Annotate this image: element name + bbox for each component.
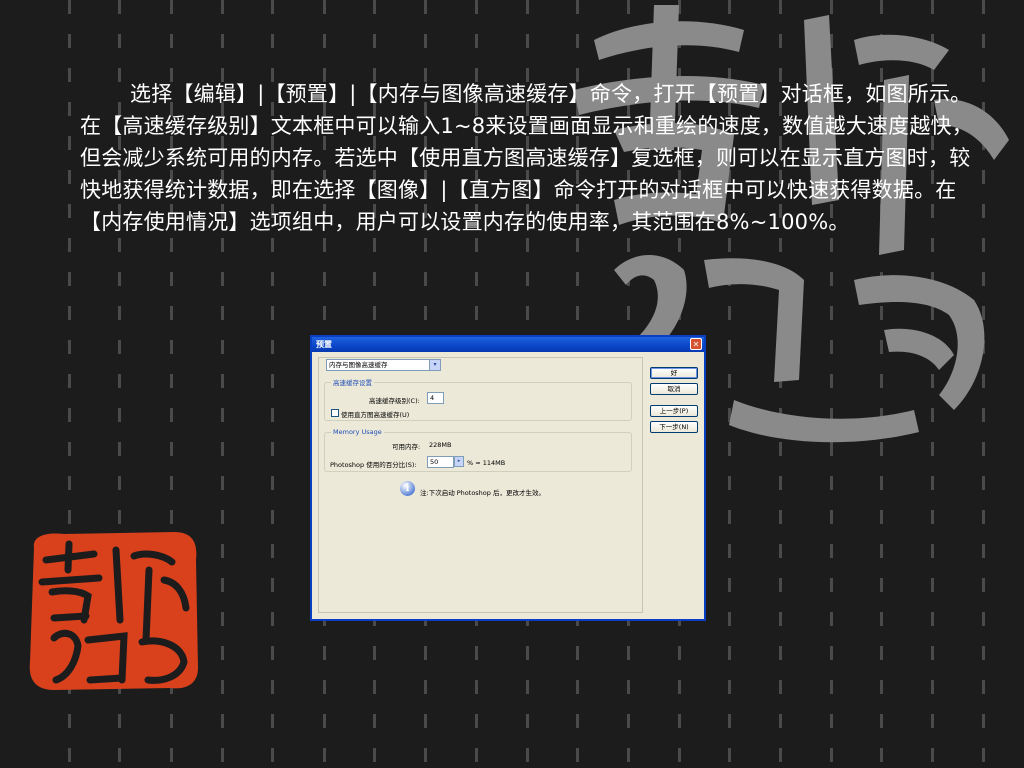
cache-level-input[interactable]: 4: [427, 392, 444, 404]
prev-button[interactable]: 上一步(P): [650, 405, 698, 417]
memory-percent-result: % = 114MB: [467, 459, 506, 467]
photoshop-percent-label: Photoshop 使用的百分比(S):: [330, 461, 417, 469]
restart-note: 注:下次启动 Photoshop 后，更改才生效。: [420, 489, 545, 497]
cache-level-label: 高速缓存级别(C):: [369, 397, 420, 405]
preferences-dialog: 预置 ✕ 内存与图像高速缓存 ▾ 高速缓存设置 高速缓存级别(C): 4 使用直…: [310, 335, 706, 621]
category-dropdown[interactable]: 内存与图像高速缓存 ▾: [326, 359, 441, 371]
cancel-button[interactable]: 取消: [650, 383, 698, 395]
ok-button[interactable]: 好: [650, 367, 698, 379]
seal-logo: [29, 532, 199, 690]
histogram-cache-label[interactable]: 使用直方图高速缓存(U): [341, 409, 409, 419]
dialog-title: 预置: [316, 340, 332, 349]
category-dropdown-value: 内存与图像高速缓存: [329, 361, 388, 369]
instruction-paragraph: 选择【编辑】|【预置】|【内存与图像高速缓存】命令，打开【预置】对话框，如图所示…: [80, 82, 973, 234]
cache-settings-title: 高速缓存设置: [333, 379, 372, 387]
dialog-titlebar[interactable]: 预置 ✕: [312, 337, 704, 352]
available-memory-label: 可用内存:: [392, 443, 421, 451]
close-icon[interactable]: ✕: [690, 338, 702, 350]
available-memory-value: 228MB: [429, 441, 452, 449]
percent-stepper-icon[interactable]: ▸: [454, 456, 464, 467]
memory-usage-title: Memory Usage: [333, 428, 382, 436]
info-icon: i: [400, 481, 415, 496]
next-button[interactable]: 下一步(N): [650, 421, 698, 433]
memory-percent-input[interactable]: 50: [427, 456, 454, 468]
chevron-down-icon[interactable]: ▾: [429, 360, 440, 370]
histogram-cache-checkbox[interactable]: [331, 409, 339, 417]
